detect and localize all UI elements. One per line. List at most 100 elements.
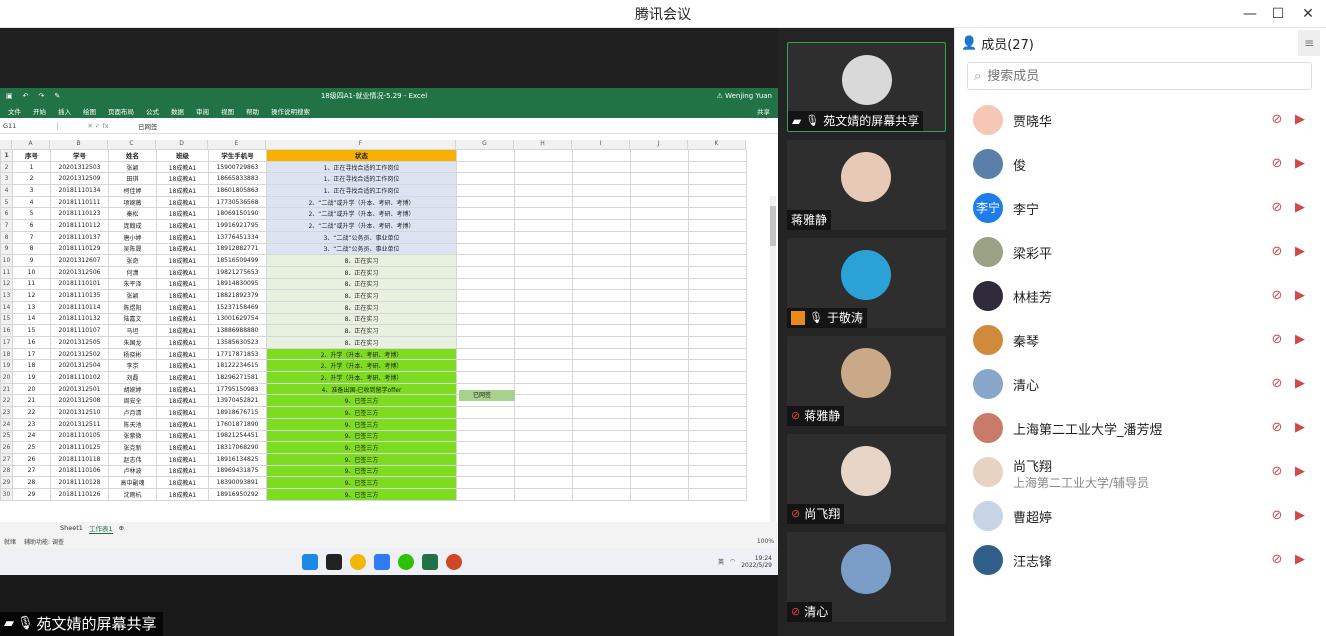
sheet-table[interactable]: 1 序号 学号 姓名 班级 学生手机号 状态 2 1 20201312503 张颖 18成教A1 159…	[0, 149, 747, 501]
status-cell[interactable]: 8、正在实习	[266, 254, 457, 267]
table-cell[interactable]: 9	[12, 254, 51, 267]
excel-share-button[interactable]: 共享	[757, 106, 770, 116]
redo-icon[interactable]: ↷	[39, 92, 45, 100]
member-item[interactable]: 林桂芳 ⊘ ▶	[955, 274, 1326, 318]
empty-cell[interactable]	[688, 242, 747, 256]
empty-cell[interactable]	[630, 242, 689, 256]
member-item[interactable]: 李宁 李宁 ⊘ ▶	[955, 186, 1326, 230]
empty-cell[interactable]	[630, 371, 689, 384]
camera-off-icon[interactable]: ▶	[1291, 288, 1309, 304]
table-cell[interactable]: 庞翰成	[108, 219, 157, 232]
empty-cell[interactable]	[572, 254, 631, 267]
empty-cell[interactable]	[572, 394, 631, 408]
table-cell[interactable]: 秦松	[108, 207, 157, 221]
table-cell[interactable]: 18成教A1	[156, 312, 209, 326]
table-cell[interactable]: 卢林波	[108, 464, 157, 478]
table-cell[interactable]: 18成教A1	[156, 371, 209, 384]
column-header[interactable]: G	[456, 140, 514, 149]
table-cell[interactable]: 18成教A1	[156, 219, 209, 232]
status-cell[interactable]: 3、“二战”公务员、事业单位	[266, 242, 457, 256]
empty-cell[interactable]	[688, 195, 747, 209]
name-box[interactable]: G11	[0, 121, 58, 130]
table-cell[interactable]: 18成教A1	[156, 207, 209, 221]
mic-muted-icon[interactable]: ⊘	[1269, 288, 1285, 304]
table-cell[interactable]: 20201312504	[50, 359, 109, 373]
empty-cell[interactable]	[456, 160, 515, 174]
empty-cell[interactable]	[514, 207, 573, 221]
video-tile[interactable]: ⊘ 清心	[787, 532, 946, 622]
empty-cell[interactable]	[688, 289, 747, 302]
empty-cell[interactable]	[688, 254, 747, 267]
table-cell[interactable]: 18122234615	[208, 359, 267, 373]
mic-muted-icon[interactable]: ⊘	[1269, 200, 1285, 216]
ribbon-tab[interactable]: 帮助	[246, 106, 259, 116]
table-cell[interactable]: 20181110105	[50, 429, 109, 443]
empty-cell[interactable]	[514, 336, 573, 349]
empty-cell[interactable]	[572, 417, 631, 431]
table-cell[interactable]: 20201312501	[50, 382, 109, 396]
empty-cell[interactable]	[514, 487, 573, 501]
mic-muted-icon[interactable]: ⊘	[1269, 332, 1285, 348]
table-cell[interactable]: 18成教A1	[156, 429, 209, 443]
empty-cell[interactable]	[630, 207, 689, 221]
empty-cell[interactable]	[688, 312, 747, 326]
empty-cell[interactable]	[630, 184, 689, 197]
empty-cell[interactable]	[688, 207, 747, 221]
empty-cell[interactable]	[514, 184, 573, 197]
empty-cell[interactable]	[456, 406, 515, 419]
mic-muted-icon[interactable]: ⊘	[1269, 376, 1285, 392]
row-number[interactable]: 21	[0, 382, 13, 396]
ribbon-tab[interactable]: 审阅	[196, 106, 209, 116]
table-cell[interactable]: 18665833883	[208, 172, 267, 186]
row-number[interactable]: 15	[0, 312, 13, 326]
empty-cell[interactable]	[630, 359, 689, 373]
video-tile[interactable]: ⊘ 蒋雅静	[787, 336, 946, 426]
table-cell[interactable]: 13776451334	[208, 230, 267, 244]
row-number[interactable]: 6	[0, 207, 13, 221]
empty-cell[interactable]	[630, 254, 689, 267]
empty-cell[interactable]	[630, 441, 689, 454]
status-cell[interactable]: 9、已签三方	[266, 441, 457, 454]
empty-cell[interactable]	[514, 265, 573, 279]
status-cell[interactable]: 8、正在实习	[266, 324, 457, 337]
empty-cell[interactable]	[630, 324, 689, 337]
table-cell[interactable]: 20181110102	[50, 371, 109, 384]
table-cell[interactable]: 20201312510	[50, 406, 109, 419]
column-header[interactable]: K	[688, 140, 746, 149]
member-item[interactable]: 贾晓华 ⊘ ▶	[955, 98, 1326, 142]
fx-icon[interactable]: ✕ ✓ fx	[58, 122, 138, 130]
table-cell[interactable]: 19821275653	[208, 265, 267, 279]
empty-cell[interactable]	[514, 172, 573, 186]
empty-cell[interactable]	[514, 441, 573, 454]
member-item[interactable]: 汪志锋 ⊘ ▶	[955, 538, 1326, 582]
column-header[interactable]: F	[266, 140, 456, 149]
table-cell[interactable]: 25	[12, 441, 51, 454]
table-cell[interactable]: 18成教A1	[156, 277, 209, 291]
mic-muted-icon[interactable]: ⊘	[1269, 112, 1285, 128]
status-cell[interactable]: 9、已签三方	[266, 476, 457, 489]
empty-cell[interactable]	[456, 289, 515, 302]
empty-cell[interactable]	[456, 300, 515, 314]
table-cell[interactable]: 26	[12, 452, 51, 466]
formula-content[interactable]: 已网签	[138, 121, 778, 131]
table-cell[interactable]: 23	[12, 417, 51, 431]
table-cell[interactable]: 吴陈晟	[108, 242, 157, 256]
table-cell[interactable]: 28	[12, 476, 51, 489]
shared-screen[interactable]: ▣ ↶ ↷ ✎ 18级四A1-就业情况-5.29 - Excel ⚠ Wenji…	[0, 88, 778, 575]
table-cell[interactable]: 19	[12, 371, 51, 384]
empty-cell[interactable]	[572, 487, 631, 501]
mic-muted-icon[interactable]: ⊘	[1269, 420, 1285, 436]
row-number[interactable]: 29	[0, 476, 13, 489]
pen-icon[interactable]: ✎	[54, 92, 60, 100]
status-cell[interactable]: 9、已签三方	[266, 429, 457, 443]
empty-cell[interactable]	[688, 347, 747, 361]
table-cell[interactable]: 唐小婷	[108, 230, 157, 244]
member-search[interactable]: ⌕	[967, 62, 1312, 90]
header-cell[interactable]: 学号	[50, 149, 109, 162]
empty-cell[interactable]	[514, 242, 573, 256]
maximize-icon[interactable]: ☐	[1268, 4, 1288, 24]
empty-cell[interactable]	[688, 219, 747, 232]
accessibility-status[interactable]: 辅助功能: 调查	[24, 537, 64, 546]
table-cell[interactable]: 赵志伟	[108, 452, 157, 466]
table-cell[interactable]: 李京	[108, 359, 157, 373]
